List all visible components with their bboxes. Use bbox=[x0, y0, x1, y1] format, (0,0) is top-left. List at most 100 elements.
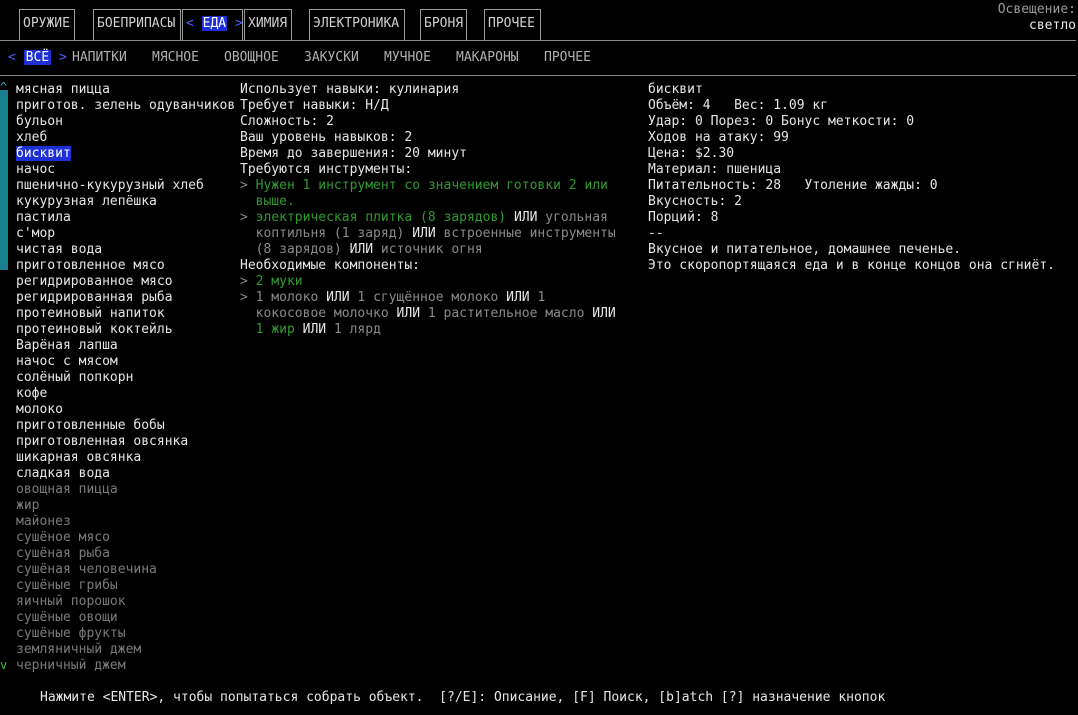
tab-weapons[interactable]: ОРУЖИЕ bbox=[19, 9, 75, 40]
recipe-list-item[interactable]: протеиновый коктейль bbox=[16, 322, 235, 338]
recipe-list-item[interactable]: сладкая вода bbox=[16, 466, 235, 482]
tab-electronics[interactable]: ЭЛЕКТРОНИКА bbox=[309, 9, 405, 40]
tab-label: ЕДА bbox=[201, 16, 228, 31]
tab-other[interactable]: ПРОЧЕЕ bbox=[484, 9, 541, 40]
component-text: 1 жир bbox=[255, 322, 295, 337]
recipe-list-item[interactable]: хлеб bbox=[16, 130, 235, 146]
tool-text: выше. bbox=[255, 194, 295, 209]
bullet-icon: > bbox=[240, 178, 256, 193]
arrow-left-icon: < bbox=[8, 50, 16, 65]
recipe-list: мясная пицца приготов. зелень одуванчиков… bbox=[16, 82, 235, 674]
tab-armor[interactable]: БРОНЯ bbox=[420, 9, 467, 40]
recipe-list-item[interactable]: приготовленные бобы bbox=[16, 418, 235, 434]
recipe-list-item[interactable]: сушёная человечина bbox=[16, 562, 235, 578]
recipe-list-item[interactable]: протеиновый напиток bbox=[16, 306, 235, 322]
recipe-name: земляничный джем bbox=[16, 642, 142, 657]
recipe-list-item[interactable]: кофе bbox=[16, 386, 235, 402]
recipe-list-item[interactable]: молоко bbox=[16, 402, 235, 418]
recipe-list-item[interactable]: черничный джем bbox=[16, 658, 235, 674]
component-text: кокосовое молочко bbox=[255, 306, 389, 321]
subtab-other[interactable]: ПРОЧЕЕ bbox=[544, 50, 591, 65]
tool-requirement-2: > электрическая плитка (8 зарядов) ИЛИ у… bbox=[240, 210, 640, 226]
item-name: бисквит bbox=[648, 82, 703, 97]
recipe-list-item[interactable]: регидрированная рыба bbox=[16, 290, 235, 306]
subtab-bread[interactable]: МУЧНОЕ bbox=[384, 50, 431, 65]
or-text: ИЛИ bbox=[349, 242, 374, 257]
recipe-list-item[interactable]: бульон bbox=[16, 114, 235, 130]
component-2-cont: кокосовое молочко ИЛИ 1 растительное мас… bbox=[240, 306, 640, 322]
item-bash-cut: Удар: 0 Порез: 0 Бонус меткости: 0 bbox=[648, 114, 915, 129]
recipe-list-item[interactable]: шикарная овсянка bbox=[16, 450, 235, 466]
item-info: бисквит Объём: 4 Вес: 1.09 кг Удар: 0 По… bbox=[648, 82, 1073, 274]
recipe-name: протеиновый коктейль bbox=[16, 322, 173, 337]
subtab-snack[interactable]: ЗАКУСКИ bbox=[304, 50, 359, 65]
component-text: 1 bbox=[427, 306, 436, 321]
recipe-list-item[interactable]: яичный порошок bbox=[16, 594, 235, 610]
recipe-list-item[interactable]: сушёное мясо bbox=[16, 530, 235, 546]
recipe-list-item[interactable]: Варёная лапша bbox=[16, 338, 235, 354]
subtab-meat[interactable]: МЯСНОЕ bbox=[152, 50, 199, 65]
recipe-list-item[interactable]: майонез bbox=[16, 514, 235, 530]
recipe-list-item[interactable]: овощная пицца bbox=[16, 482, 235, 498]
recipe-list-item[interactable]: пшенично-кукурузный хлеб bbox=[16, 178, 235, 194]
recipe-list-item[interactable]: солёный попкорн bbox=[16, 370, 235, 386]
recipe-list-item[interactable]: начос с мясом bbox=[16, 354, 235, 370]
scroll-down-icon[interactable]: v bbox=[0, 658, 7, 672]
recipe-list-item[interactable]: приготов. зелень одуванчиков bbox=[16, 98, 235, 114]
recipe-list-item[interactable]: жир bbox=[16, 498, 235, 514]
item-taste: Вкусность: 2 bbox=[648, 194, 742, 209]
recipe-list-item[interactable]: регидрированное мясо bbox=[16, 274, 235, 290]
component-text: 1 сгущённое молоко bbox=[357, 290, 499, 305]
scrollbar-thumb[interactable] bbox=[0, 90, 8, 270]
subtab-drinks[interactable]: НАПИТКИ bbox=[72, 50, 127, 65]
recipe-list-item[interactable]: сушёные грибы bbox=[16, 578, 235, 594]
lighting-indicator: Освещение: светло bbox=[998, 2, 1076, 34]
tab-label: ПРОЧЕЕ bbox=[488, 16, 535, 31]
recipe-name: с'мор bbox=[16, 226, 56, 241]
recipe-list-item[interactable]: сушёная рыба bbox=[16, 546, 235, 562]
recipe-name: бульон bbox=[16, 114, 63, 129]
recipe-name: жир bbox=[16, 498, 40, 513]
subtab-label: МУЧНОЕ bbox=[384, 50, 431, 65]
tool-requirement-2-cont2: (8 зарядов) ИЛИ источник огня bbox=[240, 242, 640, 258]
recipe-name: сладкая вода bbox=[16, 466, 110, 481]
recipe-name: начос bbox=[16, 162, 56, 177]
recipe-list-item[interactable]: мясная пицца bbox=[16, 82, 235, 98]
bullet-icon: > bbox=[240, 274, 256, 289]
tab-ammo[interactable]: БОЕПРИПАСЫ bbox=[93, 9, 181, 40]
recipe-list-item[interactable]: пастила bbox=[16, 210, 235, 226]
requires-skill: Требует навыки: Н/Д bbox=[240, 98, 389, 113]
subtab-pasta[interactable]: МАКАРОНЫ bbox=[456, 50, 519, 65]
recipe-list-item[interactable]: начос bbox=[16, 162, 235, 178]
tab-food[interactable]: < ЕДА > bbox=[182, 9, 243, 40]
recipe-name: майонез bbox=[16, 514, 71, 529]
subtab-all[interactable]: < ВСЁ > bbox=[8, 50, 67, 65]
item-portions: Порций: 8 bbox=[648, 210, 719, 225]
recipe-list-item[interactable]: кукурузная лепёшка bbox=[16, 194, 235, 210]
recipe-list-item[interactable]: сушёные овощи bbox=[16, 610, 235, 626]
components-header: Необходимые компоненты: bbox=[240, 258, 421, 273]
lighting-value: светло bbox=[1029, 18, 1076, 33]
tab-label: БРОНЯ bbox=[424, 16, 464, 31]
tool-text: Нужен 1 инструмент со значением готовки … bbox=[255, 178, 608, 193]
tab-chemistry[interactable]: ХИМИЯ bbox=[244, 9, 292, 40]
recipe-name: пастила bbox=[16, 210, 71, 225]
subtab-veggi[interactable]: ОВОЩНОЕ bbox=[224, 50, 279, 65]
component-text: 1 молоко bbox=[255, 290, 319, 305]
or-text: ИЛИ bbox=[513, 210, 538, 225]
recipe-list-item[interactable]: приготовленное мясо bbox=[16, 258, 235, 274]
recipe-list-item[interactable]: земляничный джем bbox=[16, 642, 235, 658]
item-moves: Ходов на атаку: 99 bbox=[648, 130, 789, 145]
subtab-label: ОВОЩНОЕ bbox=[224, 50, 279, 65]
tool-requirement-2-cont: коптильня (1 заряд) ИЛИ встроенные инстр… bbox=[240, 226, 640, 242]
recipe-list-item[interactable]: бисквит bbox=[16, 146, 235, 162]
recipe-list-item[interactable]: чистая вода bbox=[16, 242, 235, 258]
recipe-list-item[interactable]: приготовленная овсянка bbox=[16, 434, 235, 450]
arrow-right-icon: > bbox=[58, 50, 67, 65]
or-text: ИЛИ bbox=[326, 290, 350, 305]
subtab-label: ПРОЧЕЕ bbox=[544, 50, 591, 65]
recipe-name: молоко bbox=[16, 402, 63, 417]
recipe-list-item[interactable]: с'мор bbox=[16, 226, 235, 242]
recipe-list-item[interactable]: сушёные фрукты bbox=[16, 626, 235, 642]
component-text: 1 лярд bbox=[333, 322, 381, 337]
